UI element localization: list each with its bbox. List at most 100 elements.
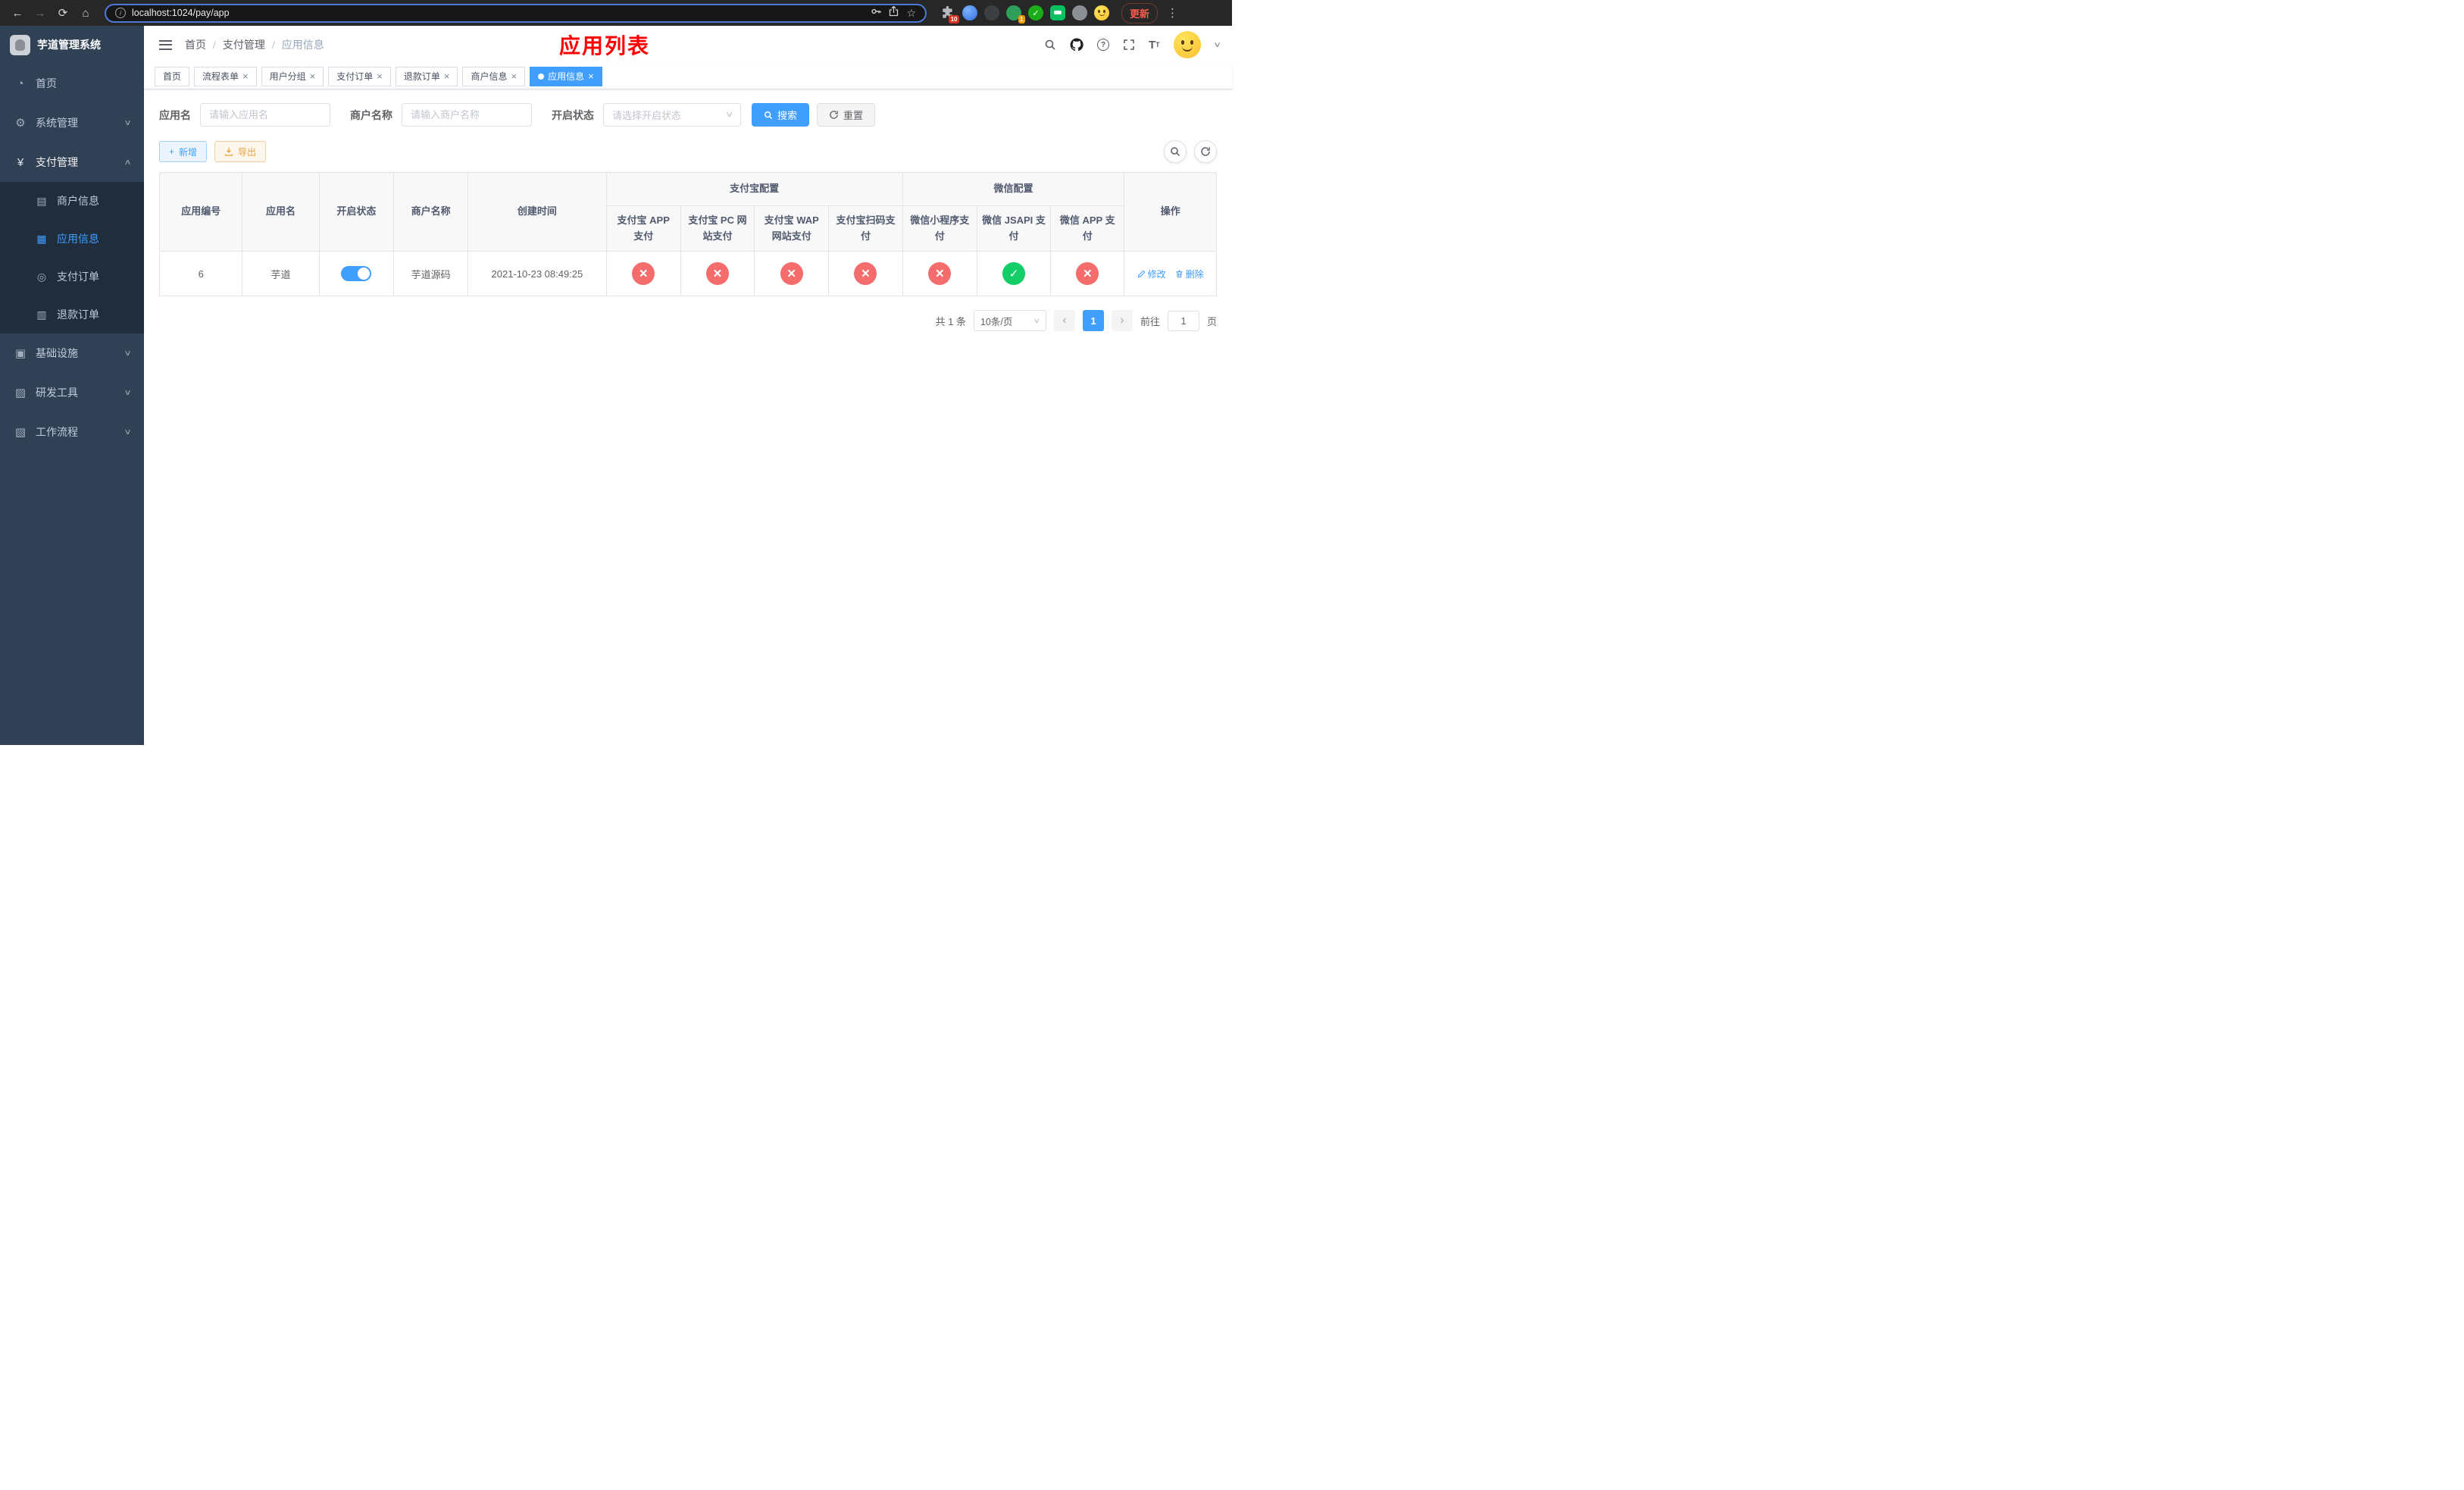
tab-close-icon[interactable]: × [310, 71, 316, 81]
app-name-input[interactable] [200, 103, 330, 127]
status-icon [1076, 262, 1099, 286]
browser-home-button[interactable]: ⌂ [76, 3, 95, 23]
sidebar-item-system[interactable]: ⚙ 系统管理 ∨ [0, 103, 144, 142]
breadcrumb-section[interactable]: 支付管理 [223, 37, 265, 52]
sidebar-item-label: 退款订单 [57, 308, 99, 321]
extension-pin-icon[interactable] [1072, 5, 1087, 20]
bookmark-star-icon[interactable]: ☆ [906, 7, 916, 20]
col-header-app-id: 应用编号 [158, 171, 243, 252]
sidebar-item-label: 支付订单 [57, 271, 99, 283]
add-button[interactable]: + 新增 [159, 141, 208, 162]
goto-page-unit: 页 [1206, 315, 1217, 327]
share-icon[interactable] [889, 5, 899, 20]
tab-pay-order[interactable]: 支付订单 × [328, 66, 391, 86]
tab-merchant-info[interactable]: 商户信息 × [462, 66, 526, 86]
help-icon[interactable]: ? [1097, 39, 1109, 51]
chevron-down-icon: ∨ [724, 111, 733, 119]
browser-update-button[interactable]: 更新 [1121, 2, 1159, 23]
browser-back-button[interactable]: ← [8, 3, 27, 23]
table-tools [1164, 140, 1217, 163]
row-status-toggle[interactable] [341, 266, 372, 282]
sidebar-item-merchant-info[interactable]: ▤ 商户信息 [0, 182, 144, 220]
tab-label: 流程表单 [202, 71, 239, 82]
filter-form: 应用名 商户名称 开启状态 请选择开启状态 ∨ 搜索 重置 [159, 103, 1217, 127]
sidebar-item-app-info[interactable]: ▦ 应用信息 [0, 220, 144, 258]
page-number-button[interactable]: 1 [1082, 310, 1104, 332]
toggle-search-button[interactable] [1164, 140, 1187, 163]
tab-process-form[interactable]: 流程表单 × [194, 66, 257, 86]
grid-icon: ▦ [36, 232, 47, 245]
browser-refresh-button[interactable]: ⟳ [53, 3, 73, 23]
avatar-caret-down-icon[interactable]: ∨ [1213, 41, 1221, 49]
tab-label: 首页 [163, 71, 182, 82]
status-label: 开启状态 [552, 108, 594, 121]
extension-emoji-icon[interactable] [1094, 5, 1109, 20]
fullscreen-icon[interactable] [1123, 39, 1135, 51]
status-icon [780, 262, 803, 286]
cell-ops: 修改 删除 [1124, 251, 1217, 297]
extension-chat-icon[interactable] [1050, 5, 1065, 20]
navbar: 首页 / 支付管理 / 应用信息 应用列表 ? TT ∨ [144, 26, 1232, 64]
edit-link[interactable]: 修改 [1137, 268, 1166, 280]
export-button-label: 导出 [238, 146, 257, 158]
col-header-wechat-lite: 微信小程序支付 [902, 205, 977, 252]
reset-button[interactable]: 重置 [817, 103, 876, 127]
tab-close-icon[interactable]: × [511, 71, 517, 81]
site-info-icon[interactable]: i [115, 8, 126, 18]
sidebar-logo[interactable]: 芋道管理系统 [0, 26, 144, 64]
sidebar-item-workflow[interactable]: ▧ 工作流程 ∨ [0, 412, 144, 452]
delete-link[interactable]: 删除 [1175, 268, 1204, 280]
password-key-icon[interactable] [871, 6, 882, 20]
extension-check-icon[interactable]: ✓ [1028, 5, 1043, 20]
sidebar-item-label: 首页 [36, 77, 57, 89]
user-avatar[interactable] [1173, 31, 1201, 58]
sidebar-item-payment[interactable]: ¥ 支付管理 ∧ [0, 142, 144, 182]
tab-close-icon[interactable]: × [377, 71, 383, 81]
export-button[interactable]: 导出 [214, 141, 267, 162]
sidebar-item-home[interactable]: ◔ 首页 [0, 64, 144, 103]
sidebar-item-refund-order[interactable]: ▥ 退款订单 [0, 296, 144, 333]
font-size-icon[interactable]: TT [1149, 39, 1160, 52]
tab-close-icon[interactable]: × [588, 71, 594, 81]
browser-menu-icon[interactable]: ⋮ [1167, 6, 1178, 20]
github-icon[interactable] [1070, 38, 1083, 52]
search-button-label: 搜索 [777, 110, 798, 121]
extension-avatar-icon[interactable]: 1 [1006, 5, 1025, 23]
col-header-ops: 操作 [1124, 171, 1217, 252]
page-size-select[interactable]: 10条/页 ∨ [973, 310, 1046, 332]
extensions-puzzle-icon[interactable]: 10 [940, 5, 959, 23]
status-icon [1002, 262, 1026, 286]
gear-icon: ⚙ [15, 117, 26, 130]
sidebar-item-pay-order[interactable]: ◎ 支付订单 [0, 258, 144, 296]
extension-dark-circle-icon[interactable] [984, 5, 999, 20]
prev-page-button[interactable]: ‹ [1053, 310, 1075, 332]
next-page-button[interactable]: › [1111, 310, 1133, 332]
tab-user-group[interactable]: 用户分组 × [261, 66, 324, 86]
extensions-cluster: 10 1 ✓ [940, 5, 1109, 23]
browser-forward-button[interactable]: → [30, 3, 50, 23]
col-header-wechat-app: 微信 APP 支付 [1050, 205, 1125, 252]
sidebar-item-dev-tools[interactable]: ▨ 研发工具 ∨ [0, 373, 144, 412]
tab-label: 支付订单 [336, 71, 374, 82]
goto-page-input[interactable] [1167, 310, 1199, 331]
col-header-status: 开启状态 [318, 171, 394, 252]
tab-refund-order[interactable]: 退款订单 × [395, 66, 458, 86]
plus-icon: + [169, 146, 175, 157]
status-select[interactable]: 请选择开启状态 ∨ [603, 103, 741, 127]
search-button[interactable]: 搜索 [752, 103, 810, 127]
address-bar[interactable]: i localhost:1024/pay/app ☆ [105, 3, 927, 23]
sidebar-item-infrastructure[interactable]: ▣ 基础设施 ∨ [0, 333, 144, 373]
tab-app-info[interactable]: 应用信息 × [530, 66, 602, 86]
menu-collapse-button[interactable] [156, 36, 174, 54]
search-icon[interactable] [1044, 39, 1056, 51]
tab-close-icon[interactable]: × [242, 71, 249, 81]
tab-close-icon[interactable]: × [444, 71, 450, 81]
refresh-table-button[interactable] [1194, 140, 1217, 163]
extension-drop-icon[interactable] [962, 5, 977, 20]
merchant-name-input[interactable] [402, 103, 532, 127]
tab-home[interactable]: 首页 [155, 66, 190, 86]
browser-chrome: ← → ⟳ ⌂ i localhost:1024/pay/app ☆ 10 1 … [0, 0, 1232, 26]
breadcrumb-home[interactable]: 首页 [185, 37, 206, 52]
add-button-label: 新增 [179, 146, 198, 158]
cell-wechat-lite [902, 251, 977, 297]
